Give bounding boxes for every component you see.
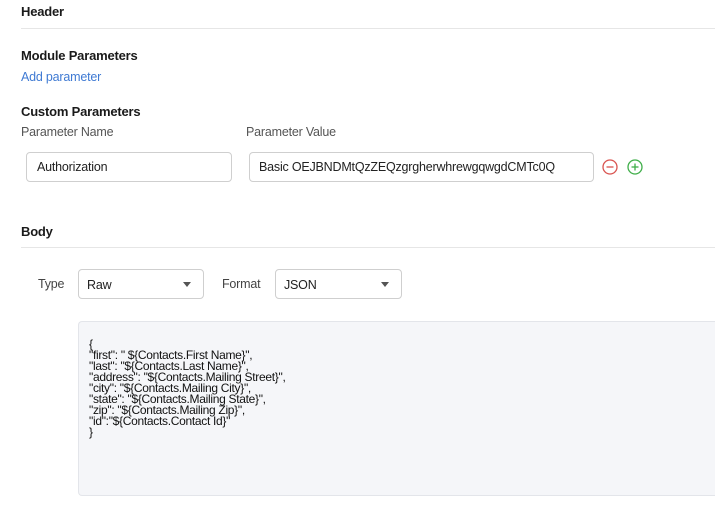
parameter-value-column-label: Parameter Value xyxy=(246,125,336,139)
header-section-title: Header xyxy=(21,4,64,19)
body-divider xyxy=(21,247,715,248)
minus-circle-icon xyxy=(602,159,618,175)
format-select[interactable]: JSON xyxy=(275,269,402,299)
format-select-value: JSON xyxy=(284,278,317,292)
format-label: Format xyxy=(222,277,261,291)
type-select[interactable]: Raw xyxy=(78,269,204,299)
type-label: Type xyxy=(38,277,65,291)
header-divider xyxy=(21,28,715,29)
module-parameters-title: Module Parameters xyxy=(21,48,138,63)
code-line: "id":"${Contacts.Contact Id}" xyxy=(89,414,231,428)
add-parameter-link[interactable]: Add parameter xyxy=(21,70,101,84)
code-line: } xyxy=(89,425,93,439)
parameter-name-column-label: Parameter Name xyxy=(21,125,114,139)
add-parameter-button[interactable] xyxy=(627,159,643,175)
remove-parameter-button[interactable] xyxy=(602,159,618,175)
plus-circle-icon xyxy=(627,159,643,175)
chevron-down-icon xyxy=(183,282,191,287)
body-section-title: Body xyxy=(21,224,53,239)
custom-parameters-title: Custom Parameters xyxy=(21,104,141,119)
chevron-down-icon xyxy=(381,282,389,287)
type-select-value: Raw xyxy=(87,278,112,292)
parameter-value-input[interactable] xyxy=(249,152,594,182)
body-code-editor[interactable]: { "first": " ${Contacts.First Name}", "l… xyxy=(78,321,715,496)
parameter-name-input[interactable] xyxy=(26,152,232,182)
